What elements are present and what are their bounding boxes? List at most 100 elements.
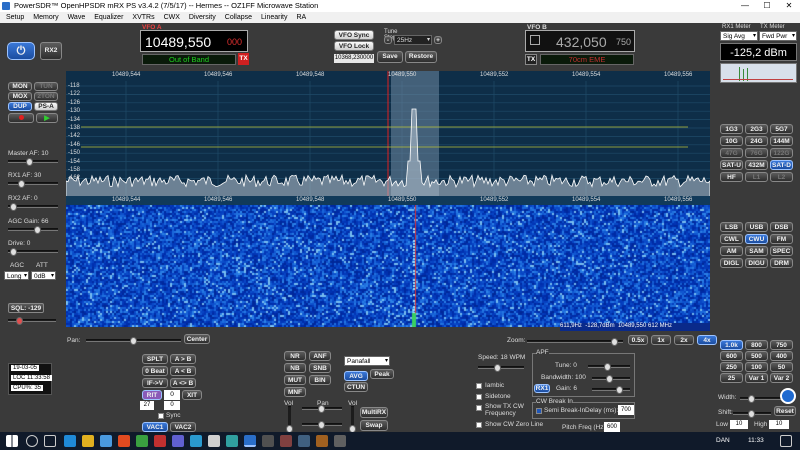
xit-value[interactable]: 0: [164, 401, 180, 410]
waterfall[interactable]: [66, 205, 710, 327]
menu-cwx[interactable]: CWX: [164, 12, 180, 23]
app-icon-4[interactable]: [208, 435, 220, 447]
mode-button-spec[interactable]: SPEC: [770, 246, 793, 256]
restore-button[interactable]: Restore: [405, 51, 437, 63]
apf-tune-slider[interactable]: [588, 363, 630, 371]
mode-button-am[interactable]: AM: [720, 246, 743, 256]
mode-button-cwu[interactable]: CWU: [745, 234, 768, 244]
vfoa-display[interactable]: 10489,550 000: [140, 30, 248, 52]
search-icon[interactable]: [26, 435, 38, 447]
memory-frequency[interactable]: 10368,230000: [334, 54, 374, 63]
step-value[interactable]: 27: [140, 401, 154, 410]
filter-button-var-1[interactable]: Var 1: [745, 373, 768, 383]
powersdr-taskbar-icon[interactable]: [244, 435, 256, 447]
windows-start-icon[interactable]: [6, 435, 18, 447]
sidetone-checkbox[interactable]: [476, 394, 482, 400]
zoom-button-2x[interactable]: 2x: [674, 335, 694, 345]
split-button[interactable]: SPLT: [142, 354, 168, 364]
task-view-icon[interactable]: [44, 435, 56, 447]
menu-wave[interactable]: Wave: [68, 12, 86, 23]
mode-button-sam[interactable]: SAM: [745, 246, 768, 256]
refresh-icon[interactable]: [780, 388, 796, 404]
mnf-button[interactable]: MNF: [284, 387, 306, 397]
nb-button[interactable]: NB: [284, 363, 306, 373]
tune-step-down[interactable]: -: [384, 36, 392, 44]
bin-button[interactable]: BIN: [309, 375, 331, 385]
band-button-432m[interactable]: 432M: [745, 160, 768, 170]
menu-collapse[interactable]: Collapse: [225, 12, 252, 23]
rit-button[interactable]: RIT: [142, 390, 162, 400]
filter-button-25[interactable]: 25: [720, 373, 743, 383]
band-button-24g[interactable]: 24G: [745, 136, 768, 146]
app-icon-3[interactable]: [190, 435, 202, 447]
explorer-icon[interactable]: [82, 435, 94, 447]
apf-bw-slider[interactable]: [592, 375, 630, 383]
play-button[interactable]: ▶: [36, 113, 58, 123]
menu-ra[interactable]: RA: [296, 12, 306, 23]
zoom-button-0-5x[interactable]: 0.5x: [628, 335, 648, 345]
filter-button-750[interactable]: 750: [770, 340, 793, 350]
store-icon[interactable]: [100, 435, 112, 447]
band-button-hf[interactable]: HF: [720, 172, 743, 182]
filter-button-250[interactable]: 250: [720, 362, 743, 372]
clock[interactable]: 11:33: [748, 437, 764, 444]
apf-gain-slider[interactable]: [592, 386, 630, 394]
rx2-af-slider[interactable]: [8, 203, 58, 211]
mode-button-digl[interactable]: DIGL: [720, 258, 743, 268]
rx-meter-select[interactable]: Sig Avg: [720, 31, 758, 41]
left-button-dup[interactable]: DUP: [8, 102, 32, 111]
pan2-slider[interactable]: [302, 405, 342, 413]
zoom-button-1x[interactable]: 1x: [651, 335, 671, 345]
close-button[interactable]: ✕: [778, 0, 800, 12]
master-af-slider[interactable]: [8, 158, 58, 166]
panadapter[interactable]: [66, 71, 710, 202]
tune-step-select[interactable]: 25Hz: [394, 35, 432, 45]
mode-button-dsb[interactable]: DSB: [770, 222, 793, 232]
vfo-lock-button[interactable]: VFO Lock: [334, 41, 374, 51]
filter-button-50[interactable]: 50: [770, 362, 793, 372]
show-cw-zero-checkbox[interactable]: [476, 422, 482, 428]
record-button[interactable]: [8, 113, 34, 123]
shift-slider[interactable]: [733, 410, 771, 418]
swap-button[interactable]: Swap: [360, 420, 388, 431]
sync-checkbox[interactable]: [158, 413, 164, 419]
band-button-sat-d[interactable]: SAT-D: [770, 160, 793, 170]
zero-beat-button[interactable]: 0 Beat: [142, 366, 168, 376]
iambic-checkbox[interactable]: [476, 383, 482, 389]
peak-button[interactable]: Peak: [370, 369, 394, 379]
cw-speed-slider[interactable]: [478, 364, 524, 372]
band-button-47g[interactable]: 47G: [720, 148, 743, 158]
band-button-76g[interactable]: 76G: [745, 148, 768, 158]
a-to-b-button[interactable]: A > B: [170, 354, 196, 364]
menu-xvtrs[interactable]: XVTRs: [132, 12, 154, 23]
ctun-button[interactable]: CTUN: [344, 382, 368, 392]
app-icon-8[interactable]: [298, 435, 310, 447]
vfob-display[interactable]: 432,050 750: [525, 30, 635, 52]
vfob-tx-indicator[interactable]: TX: [525, 54, 537, 65]
left-button-mon[interactable]: MON: [8, 82, 32, 91]
app-icon-6[interactable]: [262, 435, 274, 447]
vol2-vertical-slider[interactable]: [349, 406, 356, 433]
band-button-10g[interactable]: 10G: [720, 136, 743, 146]
band-button-5g7[interactable]: 5G7: [770, 124, 793, 134]
language-indicator[interactable]: DAN: [716, 437, 730, 444]
save-button[interactable]: Save: [377, 51, 403, 63]
att-select[interactable]: 0dB: [31, 271, 56, 281]
b-to-a-button[interactable]: A < B: [170, 366, 196, 376]
rx2-button[interactable]: RX2: [40, 42, 62, 60]
delay-value[interactable]: 700: [618, 405, 634, 415]
tune-step-up[interactable]: +: [434, 36, 442, 44]
if-to-v-button[interactable]: IF->V: [142, 378, 168, 388]
app-icon-10[interactable]: [334, 435, 346, 447]
left-button-tun[interactable]: TUN: [34, 82, 58, 91]
app-icon-1[interactable]: [154, 435, 166, 447]
multirx-button[interactable]: MultiRX: [360, 407, 388, 418]
menu-linearity[interactable]: Linearity: [261, 12, 287, 23]
menu-setup[interactable]: Setup: [6, 12, 24, 23]
app-icon-2[interactable]: [172, 435, 184, 447]
left-button-2ton[interactable]: 2TON: [34, 92, 58, 101]
filter-button-100[interactable]: 100: [745, 362, 768, 372]
band-button-sat-u[interactable]: SAT-U: [720, 160, 743, 170]
power-button[interactable]: ⏻: [7, 42, 35, 60]
edge-icon[interactable]: [64, 435, 76, 447]
